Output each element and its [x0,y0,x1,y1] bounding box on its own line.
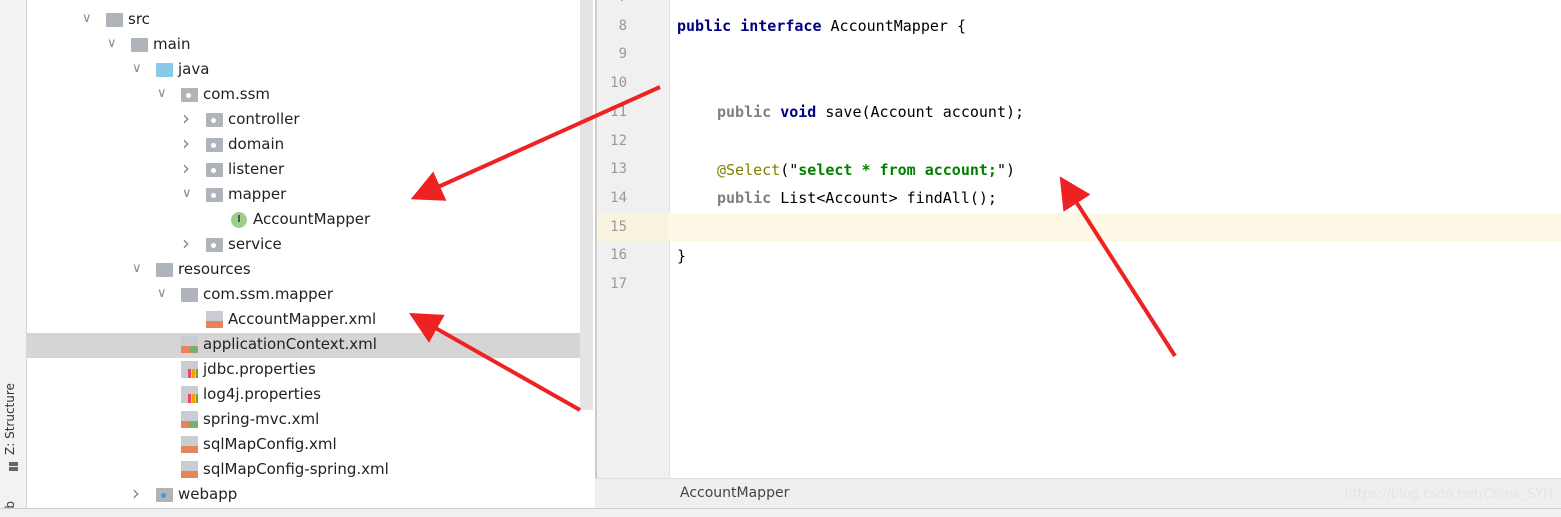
arrow-to-select-annotation [1059,176,1177,358]
arrow-to-mapper-xml [409,313,581,412]
annotation-arrows [409,85,1177,412]
arrow-to-mapper-package [410,85,661,201]
